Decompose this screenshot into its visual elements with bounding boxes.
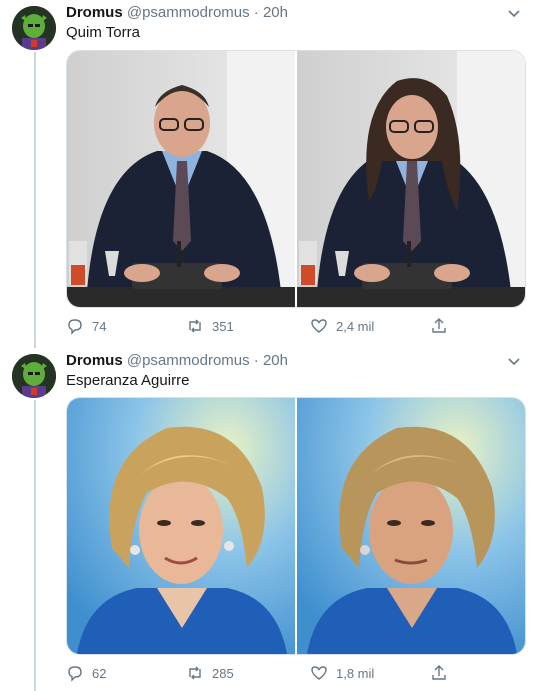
author-name[interactable]: Dromus: [66, 352, 123, 369]
tweet-text: Esperanza Aguirre: [66, 372, 190, 389]
reply-button[interactable]: 74: [66, 317, 106, 335]
share-button[interactable]: [430, 664, 448, 682]
avatar[interactable]: [12, 6, 56, 50]
like-count: 2,4 mil: [336, 318, 375, 334]
reply-icon: [68, 666, 82, 682]
author-name[interactable]: Dromus: [66, 4, 123, 21]
tweet-text: Quim Torra: [66, 24, 140, 41]
reply-icon: [68, 319, 82, 335]
share-icon: [432, 318, 446, 333]
separator: ·: [253, 4, 259, 21]
timestamp[interactable]: 20h: [263, 352, 288, 369]
chevron-down-icon[interactable]: [505, 352, 523, 370]
photo-woman: [67, 398, 295, 654]
separator: ·: [253, 352, 259, 369]
media-image-edited[interactable]: [297, 51, 525, 307]
avatar-image: [12, 6, 56, 50]
reply-count: 62: [92, 665, 107, 681]
media-image-original[interactable]: [67, 398, 295, 654]
like-count: 1,8 mil: [336, 665, 375, 681]
tweet[interactable]: Dromus @psammodromus · 20h Quim Torra 74…: [0, 0, 533, 347]
author-handle[interactable]: @psammodromus: [127, 4, 250, 21]
like-button[interactable]: 1,8 mil: [310, 664, 374, 682]
reply-count: 74: [92, 318, 107, 334]
tweet-actions: 62 285 1,8 mil: [66, 664, 486, 684]
timestamp[interactable]: 20h: [263, 4, 288, 21]
photo-man: [67, 51, 295, 307]
share-button[interactable]: [430, 317, 448, 335]
tweet-actions: 74 351 2,4 mil: [66, 317, 486, 337]
avatar[interactable]: [12, 354, 56, 398]
heart-icon: [311, 319, 327, 333]
retweet-icon: [189, 666, 201, 680]
photo-woman-edited: [297, 398, 525, 654]
tweet[interactable]: Dromus @psammodromus · 20h Esperanza Agu…: [0, 348, 533, 691]
photo-man-long-hair: [297, 51, 525, 307]
tweet-header: Dromus @psammodromus · 20h: [66, 352, 288, 369]
like-button[interactable]: 2,4 mil: [310, 317, 374, 335]
media-image-edited[interactable]: [297, 398, 525, 654]
share-icon: [432, 665, 446, 680]
avatar-image: [12, 354, 56, 398]
author-handle[interactable]: @psammodromus: [127, 352, 250, 369]
retweet-button[interactable]: 351: [186, 317, 234, 335]
heart-icon: [311, 666, 327, 680]
reply-button[interactable]: 62: [66, 664, 106, 682]
retweet-icon: [189, 319, 201, 333]
retweet-count: 351: [212, 318, 234, 334]
media-image-original[interactable]: [67, 51, 295, 307]
retweet-button[interactable]: 285: [186, 664, 234, 682]
tweet-header: Dromus @psammodromus · 20h: [66, 4, 288, 21]
retweet-count: 285: [212, 665, 234, 681]
tweet-media[interactable]: [66, 50, 526, 308]
tweet-media[interactable]: [66, 397, 526, 655]
chevron-down-icon[interactable]: [505, 4, 523, 22]
